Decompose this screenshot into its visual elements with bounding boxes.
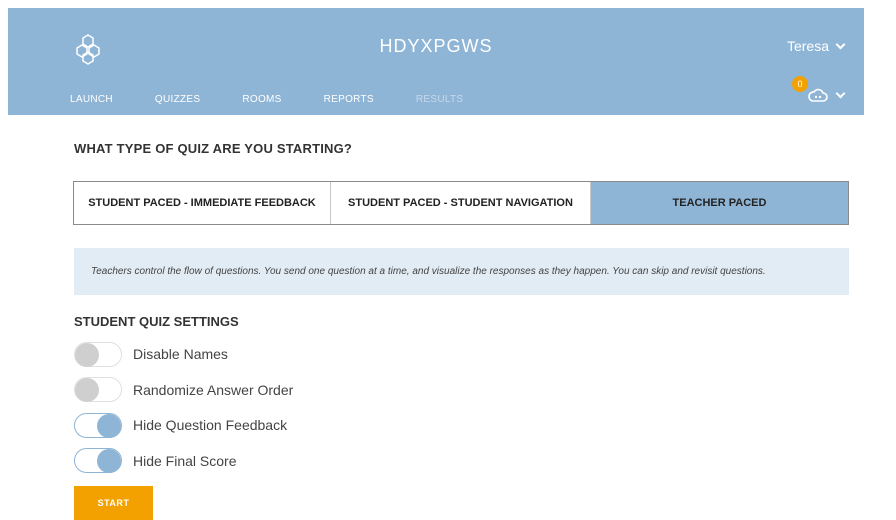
main-nav: LAUNCH QUIZZES ROOMS REPORTS RESULTS xyxy=(70,94,505,105)
setting-label: Disable Names xyxy=(133,346,228,362)
setting-label: Randomize Answer Order xyxy=(133,381,294,398)
setting-label: Hide Question Feedback xyxy=(133,417,288,433)
nav-rooms[interactable]: ROOMS xyxy=(242,94,281,105)
hide-question-feedback-toggle[interactable] xyxy=(74,412,122,438)
cloud-icon xyxy=(808,88,828,102)
toggle-knob xyxy=(97,449,121,473)
setting-randomize-answer-order: Randomize Answer Order xyxy=(74,377,293,403)
chevron-down-icon xyxy=(835,88,846,98)
top-bar: HDYXPGWS Teresa LAUNCH QUIZZES ROOMS REP… xyxy=(8,8,864,115)
user-name: Teresa xyxy=(786,38,829,54)
settings-title: STUDENT QUIZ SETTINGS xyxy=(74,314,239,329)
user-menu[interactable]: Teresa xyxy=(786,38,846,54)
quiz-type-description: Teachers control the flow of questions. … xyxy=(74,248,849,295)
nav-quizzes[interactable]: QUIZZES xyxy=(155,94,200,105)
quiz-type-tabs: STUDENT PACED - IMMEDIATE FEEDBACK STUDE… xyxy=(73,181,849,225)
tab-student-paced-immediate-feedback[interactable]: STUDENT PACED - IMMEDIATE FEEDBACK xyxy=(74,182,331,224)
toggle-knob xyxy=(75,378,99,402)
settings-list: Disable Names Randomize Answer Order Hid… xyxy=(74,341,293,483)
hide-final-score-toggle[interactable] xyxy=(74,448,122,473)
setting-hide-question-feedback: Hide Question Feedback xyxy=(74,412,293,438)
notification-badge: 0 xyxy=(792,76,808,92)
setting-label: Hide Final Score xyxy=(133,452,237,469)
start-button[interactable]: START xyxy=(74,486,153,520)
tab-teacher-paced[interactable]: TEACHER PACED xyxy=(591,182,848,224)
nav-results: RESULTS xyxy=(415,94,464,105)
toggle-knob xyxy=(75,342,99,367)
randomize-answer-order-toggle[interactable] xyxy=(74,377,122,402)
nav-launch[interactable]: LAUNCH xyxy=(70,94,113,105)
app-title: HDYXPGWS xyxy=(379,36,493,56)
tab-student-paced-student-navigation[interactable]: STUDENT PACED - STUDENT NAVIGATION xyxy=(331,182,591,224)
disable-names-toggle[interactable] xyxy=(74,341,122,367)
quiz-type-heading: WHAT TYPE OF QUIZ ARE YOU STARTING? xyxy=(74,141,353,156)
setting-hide-final-score: Hide Final Score xyxy=(74,448,293,474)
nav-reports[interactable]: REPORTS xyxy=(324,94,374,105)
toggle-knob xyxy=(97,413,121,438)
chevron-down-icon xyxy=(835,39,846,49)
rooms-menu[interactable]: 0 xyxy=(792,76,846,102)
setting-disable-names: Disable Names xyxy=(74,341,293,367)
